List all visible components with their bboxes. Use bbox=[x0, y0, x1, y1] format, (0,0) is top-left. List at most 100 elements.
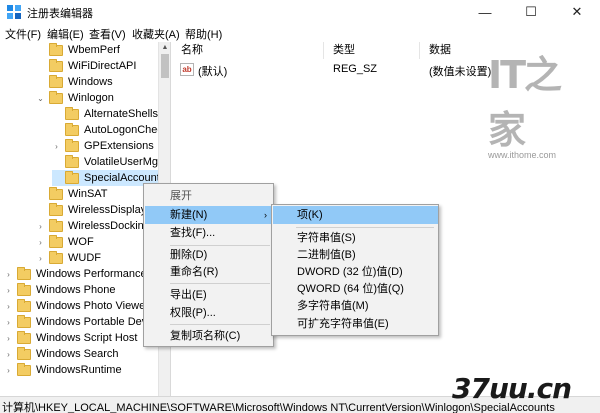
column-header-type[interactable]: 类型 bbox=[324, 42, 420, 59]
minimize-button[interactable]: — bbox=[462, 0, 508, 24]
folder-icon bbox=[65, 138, 79, 152]
tree-item[interactable]: › WirelessDocking bbox=[36, 218, 150, 234]
tree-item[interactable]: WiFiDirectAPI bbox=[36, 58, 136, 74]
tree-item-label: Windows Phone bbox=[36, 284, 116, 296]
sub-new-binary[interactable]: 二进制值(B) bbox=[273, 246, 438, 264]
expander-icon[interactable]: › bbox=[4, 366, 13, 375]
new-submenu: 项(K) 字符串值(S) 二进制值(B) DWORD (32 位)值(D) QW… bbox=[271, 204, 439, 336]
sub-new-qword[interactable]: QWORD (64 位)值(Q) bbox=[273, 280, 438, 298]
folder-icon bbox=[49, 250, 63, 264]
context-menu: 展开 新建(N) › 查找(F)... 删除(D) 重命名(R) 导出(E) 权… bbox=[143, 183, 274, 347]
tree-item[interactable]: AlternateShells bbox=[52, 106, 158, 122]
tree-item[interactable]: › Windows Performance bbox=[4, 266, 147, 282]
tree-item[interactable]: › Windows Search bbox=[4, 346, 119, 362]
ctx-export[interactable]: 导出(E) bbox=[145, 286, 273, 304]
ctx-expand[interactable]: 展开 bbox=[145, 187, 273, 205]
menu-divider bbox=[170, 324, 270, 325]
tree-item-label: AutoLogonCheck bbox=[84, 124, 169, 136]
tree-item[interactable]: › WOF bbox=[36, 234, 94, 250]
menu-help[interactable]: 帮助(H) bbox=[182, 26, 225, 42]
tree-item[interactable]: › GPExtensions bbox=[52, 138, 154, 154]
tree-item[interactable]: › Windows Photo Viewer bbox=[4, 298, 149, 314]
maximize-button[interactable]: ☐ bbox=[508, 0, 554, 24]
close-button[interactable]: ✕ bbox=[554, 0, 600, 24]
expander-icon[interactable]: › bbox=[36, 222, 45, 231]
tree-item-label: Windows Script Host bbox=[36, 332, 138, 344]
tree-item-label: Windows Search bbox=[36, 348, 119, 360]
expander-icon[interactable]: › bbox=[4, 350, 13, 359]
tree-item[interactable]: AutoLogonCheck bbox=[52, 122, 168, 138]
tree-item[interactable]: › WindowsRuntime bbox=[4, 362, 122, 378]
expander-icon[interactable]: › bbox=[36, 254, 45, 263]
expander-icon[interactable]: › bbox=[4, 270, 13, 279]
tree-item[interactable]: ⌄ Winlogon bbox=[36, 90, 114, 106]
sub-new-dword[interactable]: DWORD (32 位)值(D) bbox=[273, 263, 438, 281]
tree-item[interactable]: WirelessDisplay bbox=[36, 202, 146, 218]
folder-icon bbox=[17, 282, 31, 296]
tree-item-label: WindowsRuntime bbox=[36, 364, 122, 376]
tree-item-label: WUDF bbox=[68, 252, 101, 264]
folder-icon bbox=[17, 346, 31, 360]
expander-icon[interactable]: › bbox=[36, 238, 45, 247]
folder-icon bbox=[49, 218, 63, 232]
folder-icon bbox=[49, 202, 63, 216]
ctx-delete[interactable]: 删除(D) bbox=[145, 246, 273, 264]
folder-icon bbox=[49, 90, 63, 104]
chevron-right-icon: › bbox=[264, 210, 267, 220]
menu-view[interactable]: 查看(V) bbox=[86, 26, 129, 42]
folder-icon bbox=[17, 362, 31, 376]
ctx-find[interactable]: 查找(F)... bbox=[145, 224, 273, 242]
tree-item[interactable]: › Windows Portable Devi bbox=[4, 314, 150, 330]
ithome-watermark: IT之家 www.ithome.com bbox=[488, 44, 588, 160]
title-bar: 注册表编辑器 — ☐ ✕ bbox=[0, 0, 600, 24]
tree-item[interactable]: WinSAT bbox=[36, 186, 108, 202]
sub-new-string[interactable]: 字符串值(S) bbox=[273, 229, 438, 247]
window-title: 注册表编辑器 bbox=[27, 8, 93, 20]
sub-new-expandable-string[interactable]: 可扩充字符串值(E) bbox=[273, 315, 438, 333]
tree-item-label: Windows Performance bbox=[36, 268, 147, 280]
tree-item-label: WinSAT bbox=[68, 188, 108, 200]
corner-watermark: 37uu.cn bbox=[452, 372, 572, 405]
ctx-rename[interactable]: 重命名(R) bbox=[145, 263, 273, 281]
sub-new-key[interactable]: 项(K) bbox=[273, 206, 438, 224]
collapse-icon[interactable]: ⌄ bbox=[36, 94, 45, 103]
tree-item-label: GPExtensions bbox=[84, 140, 154, 152]
folder-icon bbox=[65, 170, 79, 184]
value-data: (数值未设置) bbox=[429, 66, 492, 78]
folder-icon bbox=[49, 186, 63, 200]
tree-item[interactable]: › Windows Script Host bbox=[4, 330, 137, 346]
tree-item-label: WbemPerf bbox=[68, 44, 120, 56]
ctx-new-label: 新建(N) bbox=[170, 209, 208, 221]
ctx-new[interactable]: 新建(N) › bbox=[145, 206, 273, 224]
tree-item[interactable]: WbemPerf bbox=[36, 42, 120, 58]
expander-icon[interactable]: › bbox=[52, 142, 61, 151]
tree-item[interactable]: Windows bbox=[36, 74, 113, 90]
tree-item[interactable]: › WUDF bbox=[36, 250, 101, 266]
expander-icon[interactable]: › bbox=[4, 286, 13, 295]
value-type: REG_SZ bbox=[333, 63, 378, 75]
scroll-thumb[interactable] bbox=[161, 54, 169, 78]
scroll-up-arrow-icon[interactable]: ▲ bbox=[159, 42, 171, 54]
ctx-permissions[interactable]: 权限(P)... bbox=[145, 304, 273, 322]
folder-icon bbox=[49, 42, 63, 56]
expander-icon[interactable]: › bbox=[4, 318, 13, 327]
tree-item[interactable]: › Windows Phone bbox=[4, 282, 116, 298]
tree-item-label: AlternateShells bbox=[84, 108, 158, 120]
tree-item-label: Windows Photo Viewer bbox=[36, 300, 149, 312]
menu-edit[interactable]: 编辑(E) bbox=[44, 26, 87, 42]
menu-file[interactable]: 文件(F) bbox=[2, 26, 44, 42]
tree-item-label: WirelessDisplay bbox=[68, 204, 147, 216]
ctx-copy-key-name[interactable]: 复制项名称(C) bbox=[145, 327, 273, 345]
folder-icon bbox=[17, 330, 31, 344]
expander-icon[interactable]: › bbox=[4, 302, 13, 311]
folder-icon bbox=[49, 74, 63, 88]
column-header-name[interactable]: 名称 bbox=[172, 42, 324, 59]
tree-item[interactable]: VolatileUserMgr bbox=[52, 154, 162, 170]
folder-icon bbox=[17, 298, 31, 312]
expander-icon[interactable]: › bbox=[4, 334, 13, 343]
sub-new-multi-string[interactable]: 多字符串值(M) bbox=[273, 297, 438, 315]
menu-favorites[interactable]: 收藏夹(A) bbox=[129, 26, 183, 42]
menu-divider bbox=[296, 227, 434, 228]
reg-string-icon: ab bbox=[180, 63, 194, 76]
folder-icon bbox=[65, 106, 79, 120]
